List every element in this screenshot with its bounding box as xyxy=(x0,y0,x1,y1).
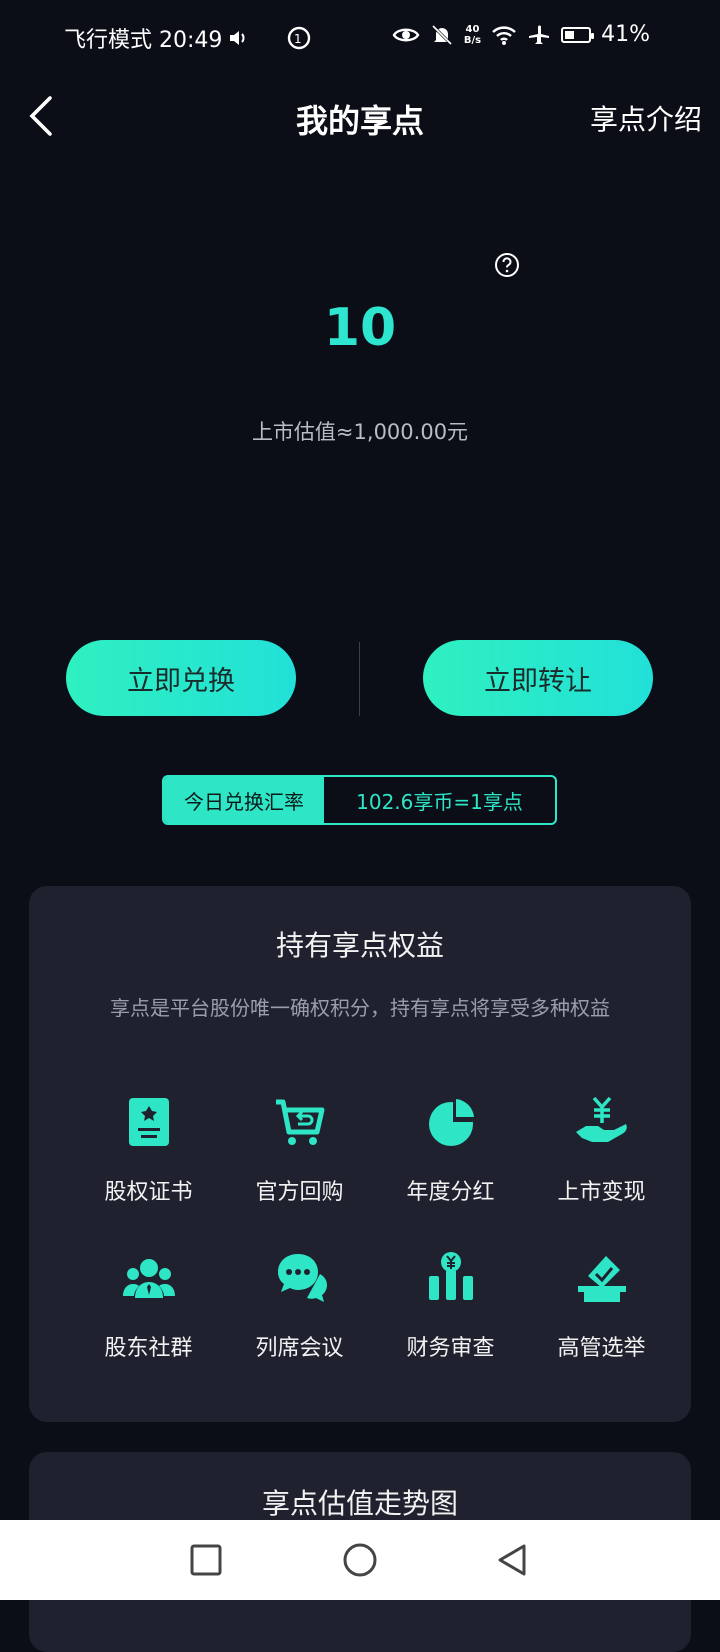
sync-icon: 1 xyxy=(288,26,311,50)
cart-return-icon xyxy=(275,1099,324,1145)
top-nav: 我的享点 享点介绍 xyxy=(0,84,720,148)
benefits-grid: 股权证书 官方回购 年度分红 上市变现 股东社群 列席会议 财务审查 高管选举 xyxy=(73,1094,677,1362)
chat-bubbles-icon xyxy=(277,1254,327,1302)
benefit-item-official-buyback[interactable]: 官方回购 xyxy=(224,1094,375,1206)
valuation-trend-title: 享点估值走势图 xyxy=(261,1487,458,1520)
points-hero: 10 上市估值≈1,000.00元 xyxy=(0,160,720,540)
points-intro-link[interactable]: 享点介绍 xyxy=(590,98,702,138)
home-circle-icon[interactable] xyxy=(342,1542,378,1578)
benefit-label: 股权证书 xyxy=(104,1180,193,1205)
certificate-icon xyxy=(128,1098,169,1146)
exchange-rate-label: 今日兑换汇率 xyxy=(164,777,324,823)
exchange-rate-badge: 今日兑换汇率 102.6享币=1享点 xyxy=(162,775,557,825)
bell-off-icon xyxy=(431,24,452,45)
status-time: 飞行模式 20:49 xyxy=(64,28,223,53)
status-right: 40 B/s 41% xyxy=(392,22,650,47)
ballot-box-icon xyxy=(577,1256,626,1302)
benefit-label: 股东社群 xyxy=(104,1336,193,1361)
yen-hand-icon xyxy=(575,1096,627,1142)
benefit-label: 财务审查 xyxy=(406,1336,495,1361)
benefit-label: 高管选举 xyxy=(557,1336,646,1361)
airplane-icon xyxy=(529,25,550,44)
benefits-title: 持有享点权益 xyxy=(275,929,444,962)
benefit-item-attend-meetings[interactable]: 列席会议 xyxy=(224,1250,375,1362)
benefit-item-executive-election[interactable]: 高管选举 xyxy=(526,1250,677,1362)
benefit-label: 列席会议 xyxy=(255,1336,344,1361)
exchange-button[interactable]: 立即兑换 xyxy=(66,640,296,716)
valuation-text: 上市估值≈1,000.00元 xyxy=(251,420,469,444)
wifi-icon xyxy=(492,25,516,45)
group-icon xyxy=(122,1259,175,1298)
status-bar: 飞行模式 20:49 1 40 B/s 41% xyxy=(0,0,720,74)
help-icon[interactable] xyxy=(494,252,520,278)
pie-chart-icon xyxy=(428,1099,474,1146)
benefit-item-financial-review[interactable]: 财务审查 xyxy=(375,1250,526,1362)
back-triangle-icon[interactable] xyxy=(494,1542,530,1578)
exchange-rate-value: 102.6享币=1享点 xyxy=(356,789,523,814)
points-balance: 10 xyxy=(323,298,397,358)
volume-icon xyxy=(230,31,245,45)
battery-icon xyxy=(561,26,595,43)
recents-square-icon[interactable] xyxy=(188,1542,224,1578)
benefits-subtitle: 享点是平台股份唯一确权积分，持有享点将享受多种权益 xyxy=(110,996,610,1020)
benefit-item-listing-cashout[interactable]: 上市变现 xyxy=(526,1094,677,1206)
button-divider xyxy=(359,642,360,716)
transfer-button[interactable]: 立即转让 xyxy=(423,640,653,716)
benefit-item-equity-certificate[interactable]: 股权证书 xyxy=(73,1094,224,1206)
svg-text:1: 1 xyxy=(294,32,302,46)
eye-icon xyxy=(392,28,420,41)
finance-chart-icon xyxy=(428,1252,473,1300)
benefit-item-annual-dividend[interactable]: 年度分红 xyxy=(375,1094,526,1206)
status-left: 飞行模式 20:49 1 xyxy=(64,22,312,54)
benefit-label: 官方回购 xyxy=(255,1180,344,1205)
benefit-item-shareholder-community[interactable]: 股东社群 xyxy=(73,1250,224,1362)
benefits-card: 持有享点权益 享点是平台股份唯一确权积分，持有享点将享受多种权益 股权证书 官方… xyxy=(29,886,691,1422)
network-speed: 40 B/s xyxy=(463,23,482,46)
benefit-label: 年度分红 xyxy=(406,1180,495,1205)
benefit-label: 上市变现 xyxy=(557,1180,646,1205)
system-nav-bar xyxy=(0,1520,720,1600)
battery-percent: 41% xyxy=(601,22,650,47)
